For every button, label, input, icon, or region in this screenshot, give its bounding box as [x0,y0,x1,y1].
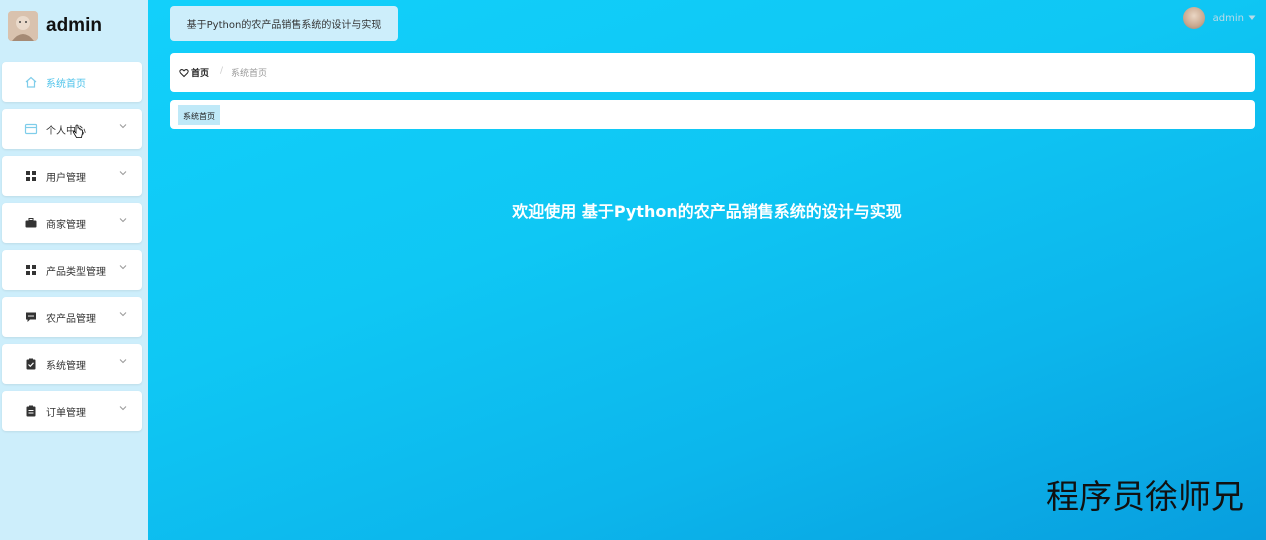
chevron-down-icon [119,406,127,411]
sidebar-item-home[interactable]: 系统首页 [2,62,142,102]
sidebar-item-profile[interactable]: 个人中心 [2,109,142,149]
user-avatar-icon[interactable] [1182,7,1205,29]
sidebar-item-system[interactable]: 系统管理 [2,344,142,384]
clipboard-icon [26,405,36,417]
sidebar-item-label: 用户管理 [46,173,86,184]
chevron-down-icon [119,124,127,129]
sidebar-item-label: 系统管理 [46,361,86,372]
chevron-down-icon [119,359,127,364]
sidebar: admin 系统首页 个人中心 用户管理 商家管理 产品类型管理 农产品管理 系… [0,0,148,540]
breadcrumb-separator: / [220,66,224,76]
sidebar-item-orders[interactable]: 订单管理 [2,391,142,431]
chat-icon [26,312,36,322]
chevron-down-icon [119,265,127,270]
sidebar-item-users[interactable]: 用户管理 [2,156,142,196]
sidebar-item-label: 农产品管理 [46,314,96,325]
sidebar-item-label: 系统首页 [46,79,86,90]
brand-title: admin [46,15,102,36]
grid-icon [26,171,36,181]
briefcase-icon [25,218,37,228]
breadcrumb-current: 系统首页 [231,69,268,79]
breadcrumb: 首页 / 系统首页 [170,53,1255,92]
brand: admin [8,10,102,42]
avatar-icon [8,11,38,41]
sidebar-item-label: 订单管理 [46,408,86,419]
welcome-text: 欢迎使用 基于Python的农产品销售系统的设计与实现 [512,202,902,221]
heart-icon [179,68,189,77]
tags-view: 系统首页 [170,100,1255,129]
caret-down-icon[interactable] [1248,15,1256,21]
card-icon [24,123,38,135]
sidebar-menu: 系统首页 个人中心 用户管理 商家管理 产品类型管理 农产品管理 系统管理 订单… [2,62,142,438]
sidebar-item-label: 商家管理 [46,220,86,231]
pointer-cursor-icon [72,124,83,138]
system-title: 基于Python的农产品销售系统的设计与实现 [170,6,398,41]
sidebar-item-label: 产品类型管理 [46,267,106,278]
tab-home[interactable]: 系统首页 [178,105,220,125]
user-name[interactable]: admin [1213,13,1244,24]
breadcrumb-home-label: 首页 [191,69,210,79]
clipboard-check-icon [26,358,36,370]
chevron-down-icon [119,171,127,176]
grid-icon [26,265,36,275]
sidebar-item-product-types[interactable]: 产品类型管理 [2,250,142,290]
watermark: 程序员徐师兄 [1046,477,1244,516]
breadcrumb-home[interactable]: 首页 [179,66,209,79]
sidebar-item-merchants[interactable]: 商家管理 [2,203,142,243]
main-area: 基于Python的农产品销售系统的设计与实现 admin 首页 / 系统首页 系… [148,0,1266,540]
chevron-down-icon [119,312,127,317]
chevron-down-icon [119,218,127,223]
user-menu[interactable]: admin [1182,7,1256,29]
home-icon [25,76,37,88]
sidebar-item-products[interactable]: 农产品管理 [2,297,142,337]
